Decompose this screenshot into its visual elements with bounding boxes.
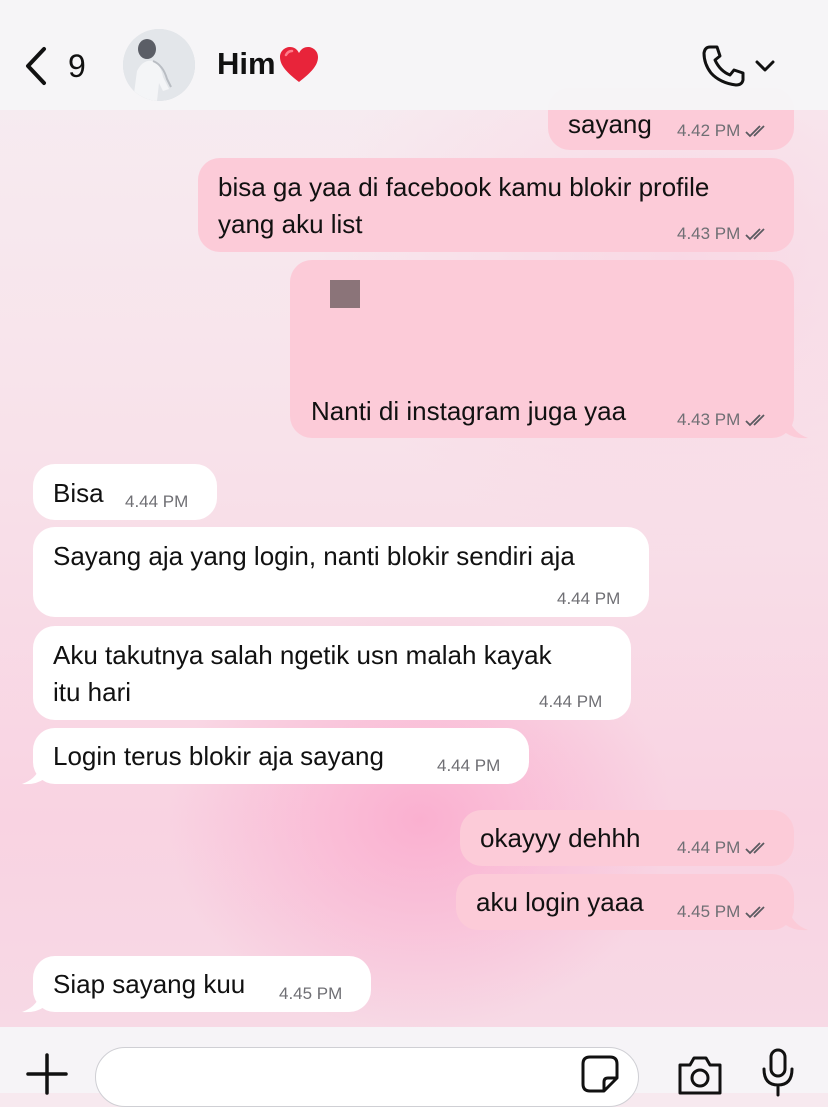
message-meta: 4.45 PM [677,902,771,922]
message-text-line: bisa ga yaa di facebook kamu blokir prof… [218,172,710,202]
plus-icon[interactable] [26,1053,68,1095]
message-text: Login terus blokir aja sayang [53,741,384,771]
read-ticks-icon [745,414,765,427]
chat-header: 9 Him [0,0,828,110]
message-input[interactable] [95,1047,639,1107]
message-meta: 4.44 PM [539,692,602,712]
message-bubble-outgoing[interactable]: bisa ga yaa di facebook kamu blokir prof… [198,158,794,252]
message-meta: 4.43 PM [677,410,771,430]
message-bubble-incoming[interactable]: Aku takutnya salah ngetik usn malah kaya… [33,626,631,720]
message-meta: 4.44 PM [125,492,188,512]
message-time: 4.43 PM [677,224,741,243]
message-meta: 4.45 PM [279,984,342,1004]
message-time: 4.44 PM [437,756,501,775]
message-bubble-incoming[interactable]: Sayang aja yang login, nanti blokir send… [33,527,649,617]
message-meta: 4.43 PM [677,224,771,244]
red-heart-icon [280,47,318,82]
sticker-icon[interactable] [580,1054,620,1094]
message-bubble-outgoing[interactable]: Nanti di instagram juga yaa 4.43 PM [290,260,794,438]
chevron-left-icon [26,47,46,85]
read-ticks-icon [745,228,765,241]
chevron-down-icon [755,60,775,72]
message-meta: 4.44 PM [557,589,620,609]
message-time: 4.42 PM [677,121,741,140]
message-meta: 4.44 PM [437,756,500,776]
message-time: 4.45 PM [677,902,741,921]
message-text-line: Aku takutnya salah ngetik usn malah kaya… [53,640,552,670]
message-text: Nanti di instagram juga yaa [311,396,627,426]
back-button[interactable]: 9 [22,44,92,88]
message-text: Siap sayang kuu [53,969,246,999]
message-bubble-outgoing[interactable]: aku login yaaa 4.45 PM [456,874,794,930]
message-text: sayang [568,109,652,139]
microphone-icon[interactable] [760,1047,796,1097]
message-meta: 4.44 PM [677,838,771,858]
read-ticks-icon [745,906,765,919]
message-time: 4.44 PM [125,492,189,511]
unread-count: 9 [68,47,86,84]
message-time: 4.43 PM [677,410,741,429]
message-text: Sayang aja yang login, nanti blokir send… [53,541,575,571]
message-meta: 4.42 PM [677,121,771,141]
message-time: 4.45 PM [279,984,343,1003]
read-ticks-icon [745,842,765,855]
phone-icon [702,45,745,87]
bubble-tail [22,767,44,785]
avatar-photo [123,29,195,101]
bubble-tail [22,995,44,1013]
bubble-tail [786,421,808,439]
avatar[interactable] [123,29,195,101]
message-time: 4.44 PM [557,589,621,608]
camera-icon[interactable] [676,1053,724,1095]
image-thumbnail[interactable] [330,280,360,308]
message-text: okayyy dehhh [480,823,641,853]
contact-name[interactable]: Him [217,46,276,82]
message-bubble-outgoing[interactable]: okayyy dehhh 4.44 PM [460,810,794,866]
read-ticks-icon [745,125,765,138]
message-text-line: itu hari [53,677,132,707]
message-bubble-incoming[interactable]: Bisa 4.44 PM [33,464,217,520]
message-text: aku login yaaa [476,887,644,917]
message-time: 4.44 PM [677,838,741,857]
message-time: 4.44 PM [539,692,603,711]
message-bubble-incoming[interactable]: Login terus blokir aja sayang 4.44 PM [33,728,529,784]
message-text: Bisa [53,478,104,508]
bubble-tail [786,913,808,931]
message-text-line: yang aku list [218,209,363,239]
call-button[interactable] [700,42,780,90]
composer-bar [0,1027,828,1107]
message-bubble-incoming[interactable]: Siap sayang kuu 4.45 PM [33,956,371,1012]
